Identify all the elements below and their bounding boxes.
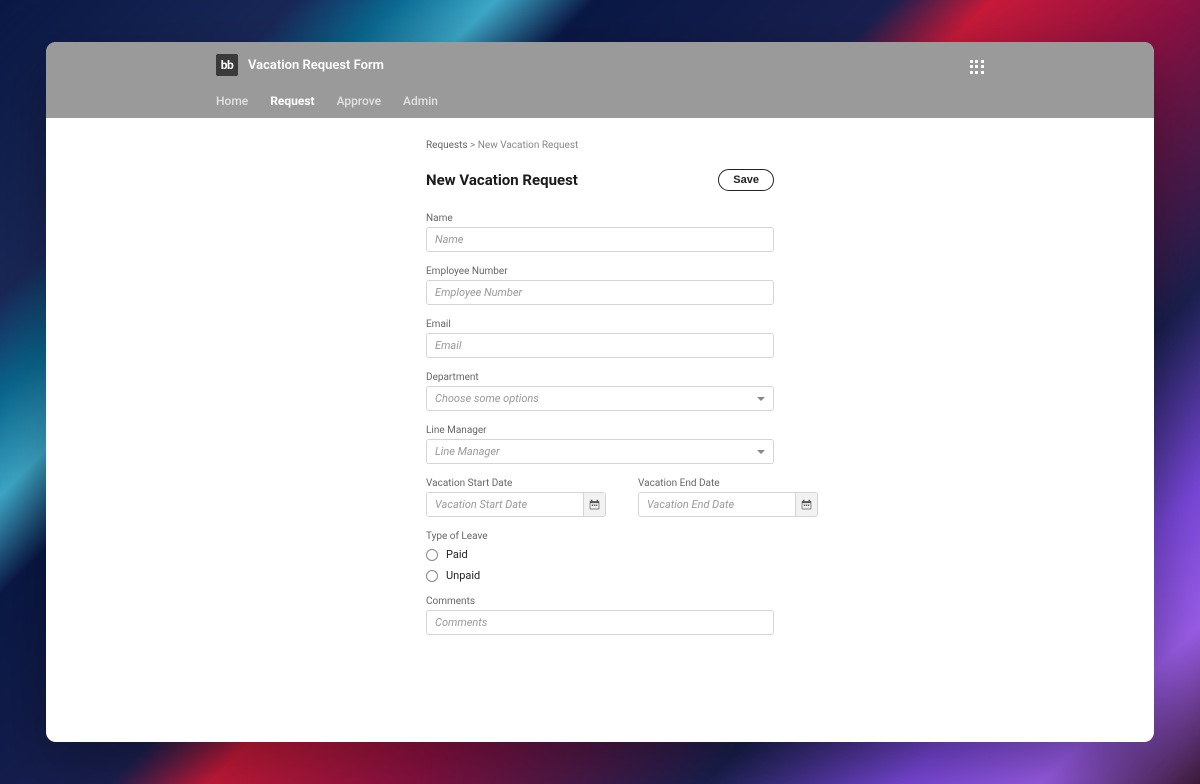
radio-paid[interactable]: Paid [426,548,774,561]
label-name: Name [426,213,774,224]
name-input[interactable] [426,227,774,252]
label-employee-number: Employee Number [426,266,774,277]
app-title: Vacation Request Form [248,58,384,73]
department-placeholder: Choose some options [435,392,539,405]
radio-paid-label: Paid [446,548,468,561]
field-department: Department Choose some options [426,372,774,411]
radio-unpaid-label: Unpaid [446,569,480,582]
app-logo: bb [216,54,238,76]
label-line-manager: Line Manager [426,425,774,436]
end-date-calendar-button[interactable] [795,493,817,516]
radio-unpaid[interactable]: Unpaid [426,569,774,582]
field-end-date: Vacation End Date [638,478,818,517]
field-line-manager: Line Manager Line Manager [426,425,774,464]
toolbar-right [970,60,984,74]
tab-approve[interactable]: Approve [337,94,381,108]
end-date-wrap [638,492,818,517]
line-manager-placeholder: Line Manager [435,445,500,458]
start-date-wrap [426,492,606,517]
radio-icon [426,570,438,582]
topbar: bb Vacation Request Form Home Request Ap… [46,42,1154,118]
save-button[interactable]: Save [718,169,774,191]
tab-request[interactable]: Request [270,94,314,108]
nav-tabs: Home Request Approve Admin [216,94,984,118]
comments-input[interactable] [426,610,774,635]
calendar-icon [801,499,812,510]
field-type-of-leave: Type of Leave Paid Unpaid [426,531,774,582]
end-date-input[interactable] [639,493,795,516]
breadcrumb-parent[interactable]: Requests [426,140,468,151]
employee-number-input[interactable] [426,280,774,305]
apps-grid-icon[interactable] [970,60,984,74]
calendar-icon [589,499,600,510]
radio-icon [426,549,438,561]
chevron-down-icon [757,397,765,401]
label-department: Department [426,372,774,383]
tab-home[interactable]: Home [216,94,248,108]
field-employee-number: Employee Number [426,266,774,305]
label-end-date: Vacation End Date [638,478,818,489]
date-row: Vacation Start Date Vacation End Date [426,478,774,531]
field-name: Name [426,213,774,252]
department-select[interactable]: Choose some options [426,386,774,411]
breadcrumb-sep: > [470,140,475,151]
form-container: Requests > New Vacation Request New Vaca… [426,140,774,702]
label-type-of-leave: Type of Leave [426,531,774,542]
field-email: Email [426,319,774,358]
leave-type-radio-group: Paid Unpaid [426,548,774,582]
start-date-calendar-button[interactable] [583,493,605,516]
field-start-date: Vacation Start Date [426,478,606,517]
page-title: New Vacation Request [426,171,578,189]
breadcrumb-current: New Vacation Request [478,140,579,151]
tab-admin[interactable]: Admin [403,94,438,108]
chevron-down-icon [757,450,765,454]
titlebar: bb Vacation Request Form [216,54,984,82]
start-date-input[interactable] [427,493,583,516]
label-comments: Comments [426,596,774,607]
label-start-date: Vacation Start Date [426,478,606,489]
label-email: Email [426,319,774,330]
app-window: bb Vacation Request Form Home Request Ap… [46,42,1154,742]
page-header: New Vacation Request Save [426,169,774,191]
field-comments: Comments [426,596,774,635]
content-area: Requests > New Vacation Request New Vaca… [46,118,1154,742]
email-input[interactable] [426,333,774,358]
line-manager-select[interactable]: Line Manager [426,439,774,464]
breadcrumb: Requests > New Vacation Request [426,140,774,151]
